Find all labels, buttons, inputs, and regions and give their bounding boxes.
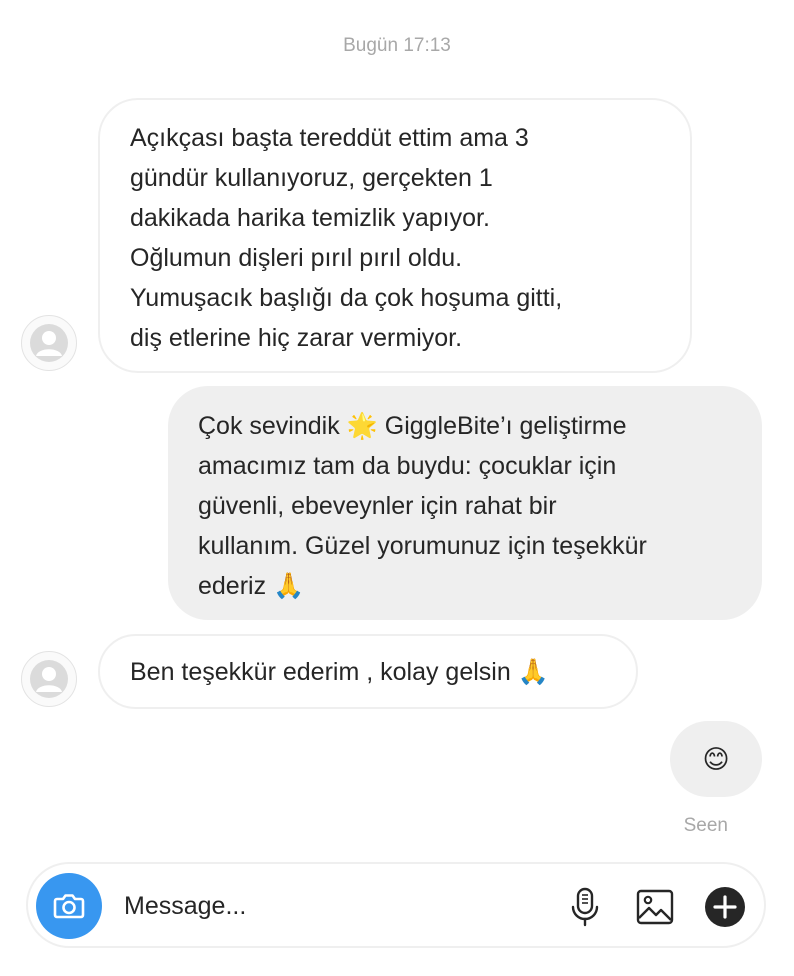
outgoing-message-bubble[interactable]: Çok sevindik 🌟 GiggleBite’ı geliştirme a… xyxy=(168,386,762,620)
sender-avatar[interactable] xyxy=(21,651,77,707)
message-line: kullanım. Güzel yorumunuz için teşekkür xyxy=(198,532,647,560)
incoming-message-bubble[interactable]: Ben teşekkür ederim , kolay gelsin 🙏 xyxy=(98,634,638,709)
message-composer xyxy=(26,862,766,948)
chat-window: Bugün 17:13 Açıkçası başta tereddüt etti… xyxy=(0,0,794,976)
seen-indicator: Seen xyxy=(683,815,728,836)
message-line: Oğlumun dişleri pırıl pırıl oldu. xyxy=(130,244,463,272)
microphone-icon xyxy=(571,887,599,927)
message-input[interactable] xyxy=(124,886,544,926)
message-line: amacımız tam da buydu: çocuklar için xyxy=(198,452,617,480)
message-line: Çok sevindik 🌟 GiggleBite’ı geliştirme xyxy=(198,412,627,440)
incoming-message-bubble[interactable]: Açıkçası başta tereddüt ettim ama 3 günd… xyxy=(98,98,692,373)
camera-icon xyxy=(53,894,85,919)
message-line: diş etlerine hiç zarar vermiyor. xyxy=(130,324,463,352)
default-avatar-icon xyxy=(30,324,68,362)
message-line: dakikada harika temizlik yapıyor. xyxy=(130,204,490,232)
voice-message-button[interactable] xyxy=(564,886,606,928)
conversation-timestamp: Bugün 17:13 xyxy=(343,35,451,56)
smiling-emoji: 😊 xyxy=(702,744,730,774)
message-line: Yumuşacık başlığı da çok hoşuma gitti, xyxy=(130,284,563,312)
message-line: gündür kullanıyoruz, gerçekten 1 xyxy=(130,164,493,192)
gallery-button[interactable] xyxy=(634,886,676,928)
more-options-button[interactable] xyxy=(704,886,746,928)
message-line: Açıkçası başta tereddüt ettim ama 3 xyxy=(130,124,529,152)
message-line: güvenli, ebeveynler için rahat bir xyxy=(198,492,557,520)
camera-button[interactable] xyxy=(36,873,102,939)
gallery-icon xyxy=(636,889,674,925)
sender-avatar[interactable] xyxy=(21,315,77,371)
plus-icon xyxy=(705,887,745,927)
message-line: Ben teşekkür ederim , kolay gelsin 🙏 xyxy=(130,658,549,686)
default-avatar-icon xyxy=(30,660,68,698)
outgoing-emoji-bubble[interactable]: 😊 xyxy=(670,721,762,797)
message-line: ederiz 🙏 xyxy=(198,572,305,600)
